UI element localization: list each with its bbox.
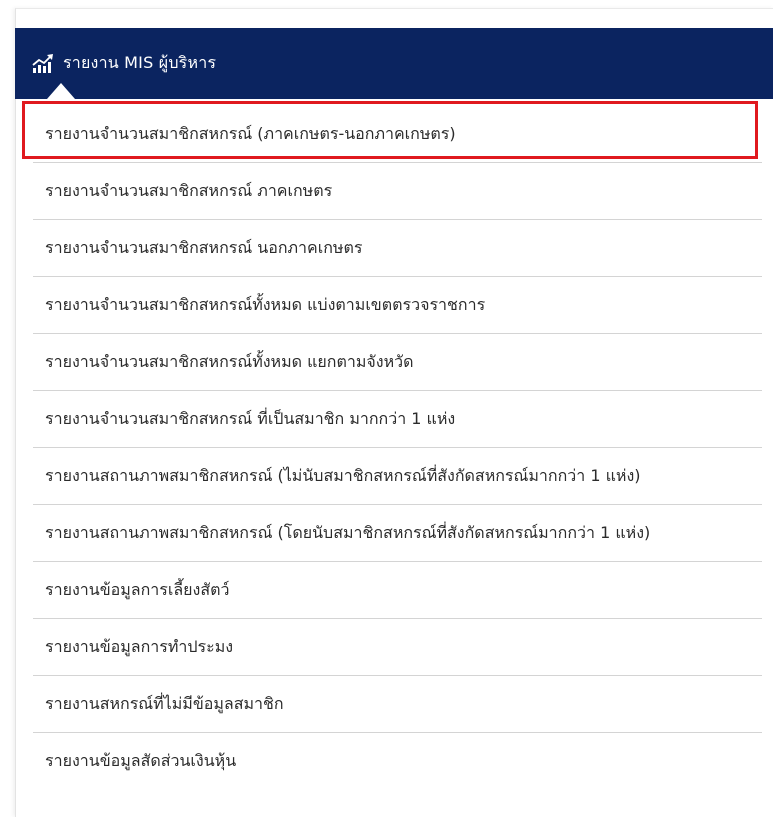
menu-item-fishery[interactable]: รายงานข้อมูลการทำประมง [33,619,762,676]
menu-item-status-including-multi[interactable]: รายงานสถานภาพสมาชิกสหกรณ์ (โดยนับสมาชิกส… [33,505,762,562]
menu-item-status-excluding-multi[interactable]: รายงานสถานภาพสมาชิกสหกรณ์ (ไม่นับสมาชิกส… [33,448,762,505]
menu-item-member-count-non-agri[interactable]: รายงานจำนวนสมาชิกสหกรณ์ นอกภาคเกษตร [33,220,762,277]
tab-pointer [47,83,75,99]
menu-item-no-member-data[interactable]: รายงานสหกรณ์ที่ไม่มีข้อมูลสมาชิก [33,676,762,733]
menu-item-multi-membership[interactable]: รายงานจำนวนสมาชิกสหกรณ์ ที่เป็นสมาชิก มา… [33,391,762,448]
menu-item-member-count-all[interactable]: รายงานจำนวนสมาชิกสหกรณ์ (ภาคเกษตร-นอกภาค… [33,106,762,163]
menu-item-member-count-agri[interactable]: รายงานจำนวนสมาชิกสหกรณ์ ภาคเกษตร [33,163,762,220]
chart-icon [32,53,54,74]
menu-item-member-count-by-province[interactable]: รายงานจำนวนสมาชิกสหกรณ์ทั้งหมด แยกตามจัง… [33,334,762,391]
report-menu-list: รายงานจำนวนสมาชิกสหกรณ์ (ภาคเกษตร-นอกภาค… [33,106,762,790]
header-title: รายงาน MIS ผู้บริหาร [63,53,217,72]
header-bar [243,28,773,99]
menu-item-member-count-by-region[interactable]: รายงานจำนวนสมาชิกสหกรณ์ทั้งหมด แบ่งตามเข… [33,277,762,334]
menu-item-livestock[interactable]: รายงานข้อมูลการเลี้ยงสัตว์ [33,562,762,619]
menu-item-share-ratio[interactable]: รายงานข้อมูลสัดส่วนเงินหุ้น [33,733,762,790]
